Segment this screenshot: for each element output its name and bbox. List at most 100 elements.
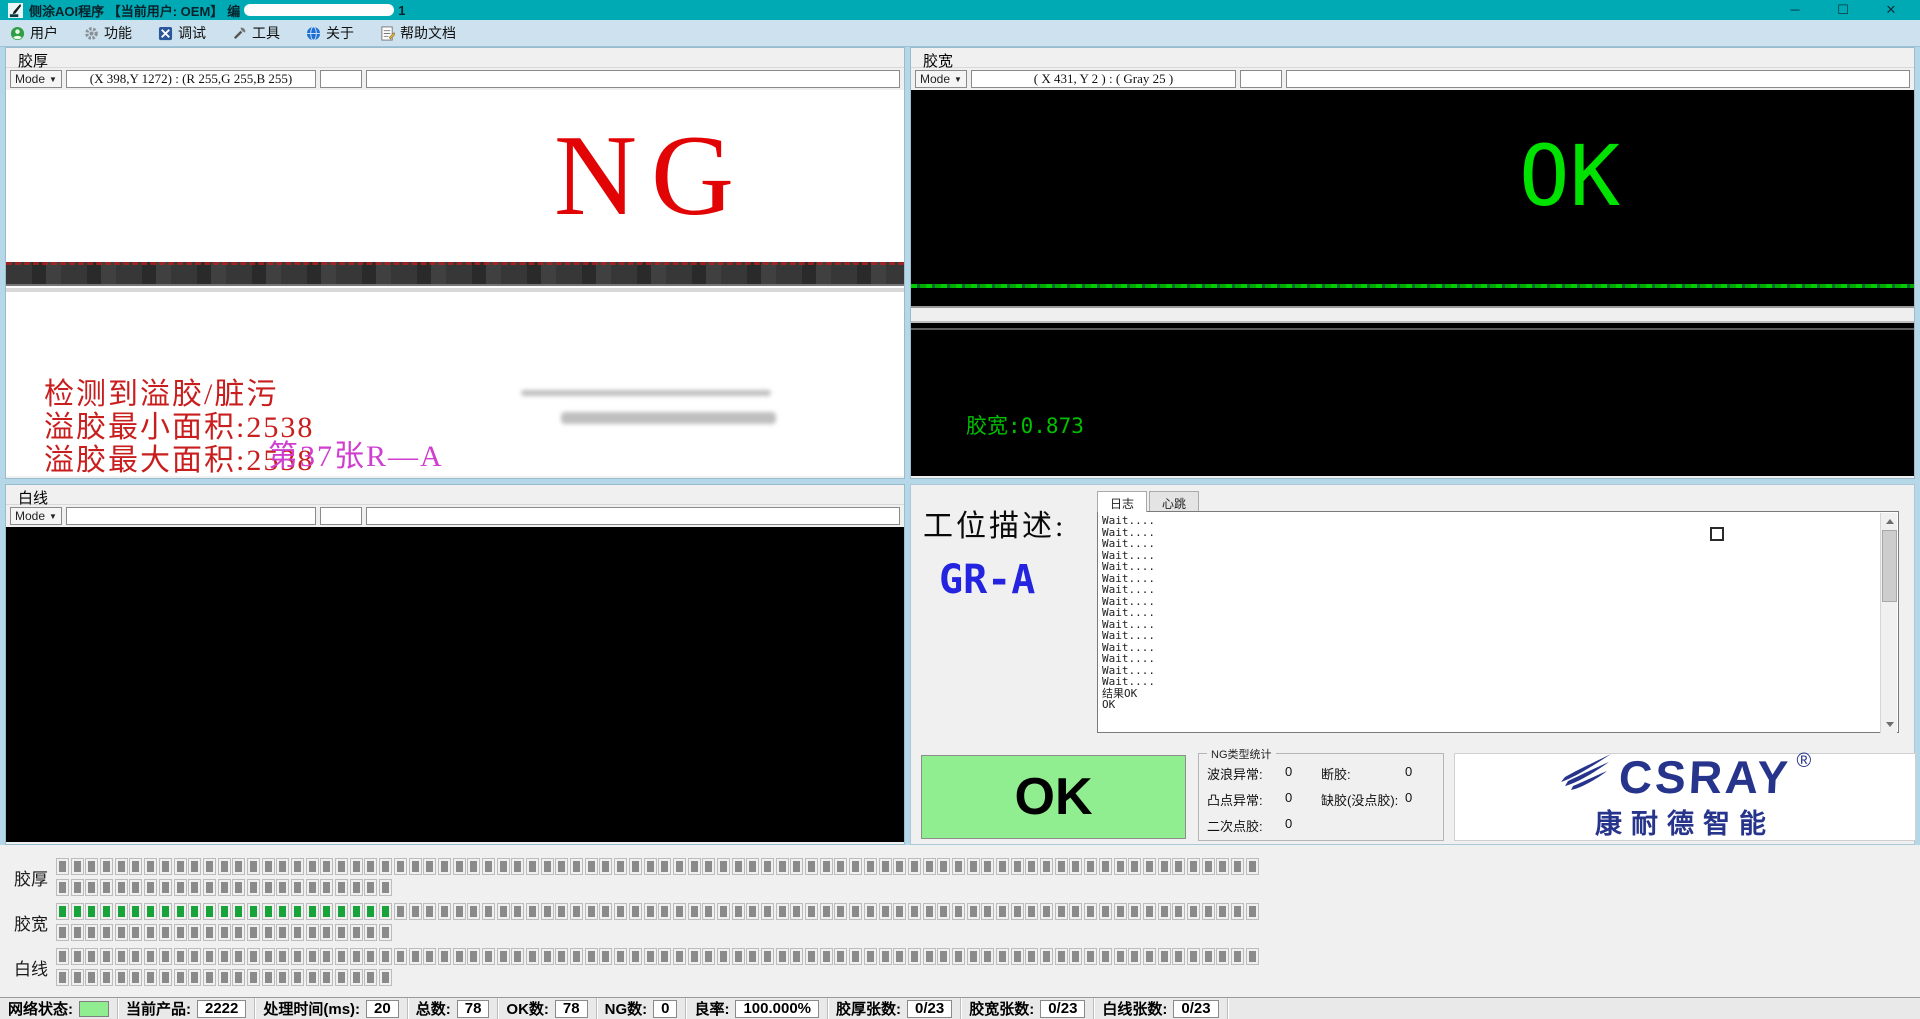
indicator-square <box>937 948 950 965</box>
indicator-square <box>614 858 627 875</box>
logo-subtitle: 康耐德智能 <box>1595 802 1775 841</box>
maximize-button[interactable]: ☐ <box>1836 2 1850 18</box>
menu-item-debug[interactable]: 调试 <box>158 23 206 43</box>
indicator-square <box>364 924 377 941</box>
log-checkbox[interactable] <box>1710 527 1724 541</box>
indicator-square <box>56 858 69 875</box>
log-line: Wait.... <box>1102 561 1896 573</box>
jiaokuan-info-box[interactable] <box>1286 70 1910 88</box>
indicator-square <box>129 903 142 920</box>
jiaokuan-mode-dropdown[interactable]: Mode ▼ <box>915 70 967 88</box>
log-line: Wait.... <box>1102 584 1896 596</box>
status-label: 良率: <box>694 998 729 1019</box>
indicator-square <box>541 903 554 920</box>
indicator-row <box>56 858 1260 875</box>
indicator-square <box>247 858 260 875</box>
status-value: 0 <box>653 1000 677 1018</box>
baixian-image-canvas[interactable] <box>6 527 904 842</box>
indicator-square <box>232 858 245 875</box>
status-label: 胶宽张数: <box>969 998 1034 1019</box>
jiaohou-info-box[interactable] <box>366 70 900 88</box>
indicator-square <box>203 858 216 875</box>
glue-width-readout: 胶宽:0.873 <box>966 410 1084 440</box>
indicator-square <box>1025 903 1038 920</box>
logo-brand-text: CSRAY <box>1618 754 1792 800</box>
log-line: Wait.... <box>1102 619 1896 631</box>
baixian-info-box[interactable] <box>366 507 900 525</box>
indicator-square <box>379 858 392 875</box>
indicator-square <box>908 948 921 965</box>
log-line: Wait.... <box>1102 653 1896 665</box>
indicator-square <box>335 858 348 875</box>
indicator-square <box>1040 858 1053 875</box>
scrollbar-thumb[interactable] <box>1882 530 1897 602</box>
jiaokuan-image-canvas[interactable]: OK 胶宽:0.873 <box>911 90 1914 476</box>
indicator-square <box>1069 903 1082 920</box>
indicator-square <box>188 969 201 986</box>
indicator-square <box>115 924 128 941</box>
menu-item-help[interactable]: 帮助文档 <box>380 23 456 43</box>
log-list[interactable]: Wait....Wait....Wait....Wait....Wait....… <box>1097 511 1899 733</box>
status-total-count: 总数: 78 <box>408 998 499 1019</box>
indicator-square <box>276 924 289 941</box>
baixian-aux-box[interactable] <box>320 507 362 525</box>
indicator-square <box>526 948 539 965</box>
indicator-square <box>218 948 231 965</box>
indicator-square <box>144 948 157 965</box>
mode-label: Mode <box>920 72 950 86</box>
indicator-square <box>923 948 936 965</box>
log-scrollbar[interactable] <box>1880 513 1897 733</box>
indicator-square <box>1187 948 1200 965</box>
user-icon <box>10 26 25 41</box>
indicator-square <box>320 948 333 965</box>
indicator-square <box>614 903 627 920</box>
indicator-square <box>908 903 921 920</box>
status-ng-count: NG数: 0 <box>597 998 687 1019</box>
jiaohou-mode-dropdown[interactable]: Mode ▼ <box>10 70 62 88</box>
indicator-square <box>129 924 142 941</box>
close-button[interactable]: ✕ <box>1884 2 1898 18</box>
indicator-square <box>56 924 69 941</box>
scroll-up-button[interactable] <box>1881 513 1898 530</box>
minimize-button[interactable]: ─ <box>1788 2 1802 18</box>
menu-item-function[interactable]: 功能 <box>84 23 132 43</box>
indicator-square <box>188 879 201 896</box>
indicator-group-胶厚: 胶厚 <box>14 858 1920 896</box>
indicator-square <box>1143 858 1156 875</box>
indicator-square <box>776 903 789 920</box>
indicator-square <box>291 969 304 986</box>
indicator-square <box>174 858 187 875</box>
indicator-square <box>379 879 392 896</box>
indicator-square <box>203 903 216 920</box>
redaction-smudge <box>521 390 771 396</box>
baixian-mode-dropdown[interactable]: Mode ▼ <box>10 507 62 525</box>
indicator-square <box>820 858 833 875</box>
indicator-square <box>100 879 113 896</box>
jiaohou-image-canvas[interactable]: NG 检测到溢胶/脏污 溢胶最小面积:2538 溢胶最大面积:2538 第37张… <box>6 90 904 476</box>
jiaokuan-aux-box[interactable] <box>1240 70 1282 88</box>
scroll-down-button[interactable] <box>1881 716 1898 733</box>
overall-result-button[interactable]: OK <box>921 755 1186 839</box>
log-line: Wait.... <box>1102 665 1896 677</box>
indicator-square <box>1231 903 1244 920</box>
indicator-row <box>56 903 1260 920</box>
indicator-group-label: 白线 <box>14 955 56 980</box>
indicator-square <box>276 903 289 920</box>
indicator-square <box>761 903 774 920</box>
indicator-square <box>467 858 480 875</box>
indicator-square <box>320 969 333 986</box>
strip-shadow <box>6 288 904 292</box>
arrow-up-icon <box>1886 519 1894 524</box>
station-id: GR-A <box>939 557 1035 603</box>
indicator-square <box>1055 858 1068 875</box>
tab-log[interactable]: 日志 <box>1097 491 1147 512</box>
menu-item-about[interactable]: 关于 <box>306 23 354 43</box>
menu-item-user[interactable]: 用户 <box>10 23 58 43</box>
indicator-square <box>379 903 392 920</box>
jiaohou-aux-box[interactable] <box>320 70 362 88</box>
indicator-square <box>276 969 289 986</box>
panel-baixian: 白线 Mode ▼ <box>5 484 905 845</box>
tab-heartbeat[interactable]: 心跳 <box>1149 491 1199 511</box>
jiaohou-result-text: NG <box>554 118 748 233</box>
menu-item-tools[interactable]: 工具 <box>232 23 280 43</box>
